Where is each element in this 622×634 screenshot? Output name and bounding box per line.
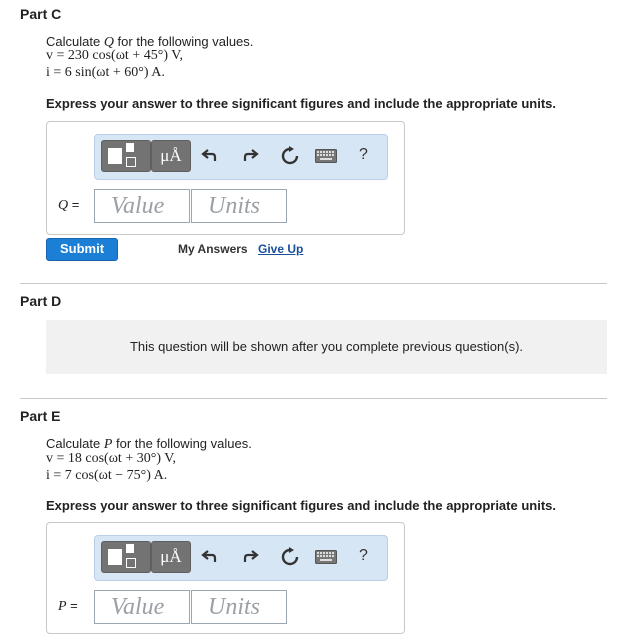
part-c-value-input[interactable]: Value [94, 189, 190, 223]
my-answers-link[interactable]: My Answers [178, 242, 248, 256]
part-e-equation-i: i = 7 cos(ωt − 75°) A. [46, 468, 168, 483]
part-e-title: Part E [20, 408, 61, 424]
part-e-value-input[interactable]: Value [94, 590, 190, 624]
keyboard-icon[interactable] [315, 550, 337, 564]
undo-icon[interactable] [201, 547, 219, 570]
part-d-title: Part D [20, 293, 62, 309]
part-c-toolbar: μÅ ? [94, 134, 388, 180]
submit-button[interactable]: Submit [46, 238, 118, 261]
divider [20, 283, 607, 284]
part-e-units-input[interactable]: Units [191, 590, 287, 624]
part-c-equation-i: i = 6 sin(ωt + 60°) A. [46, 65, 165, 80]
undo-icon[interactable] [201, 146, 219, 169]
part-e-instruction: Express your answer to three significant… [46, 498, 556, 513]
prompt-text: Calculate [46, 34, 104, 49]
template-block [126, 143, 134, 152]
templates-icon[interactable] [101, 541, 151, 573]
help-icon[interactable]: ? [359, 547, 368, 565]
part-e-toolbar: μÅ ? [94, 535, 388, 581]
part-c-units-input[interactable]: Units [191, 189, 287, 223]
redo-icon[interactable] [241, 547, 259, 570]
reset-icon[interactable] [280, 146, 300, 171]
prompt-text: Calculate [46, 436, 104, 451]
units-icon[interactable]: μÅ [151, 140, 191, 172]
prompt-text: for the following values. [113, 34, 254, 49]
part-c-answer-label: Q = [58, 197, 80, 213]
part-c-equation-v: v = 230 cos(ωt + 45°) V, [46, 48, 184, 63]
part-e-equation-v: v = 18 cos(ωt + 30°) V, [46, 451, 177, 466]
keyboard-icon[interactable] [315, 149, 337, 163]
help-icon[interactable]: ? [359, 146, 368, 164]
prompt-text: for the following values. [112, 436, 252, 451]
template-block [108, 549, 122, 565]
units-icon[interactable]: μÅ [151, 541, 191, 573]
template-block [108, 148, 122, 164]
divider [20, 398, 607, 399]
part-d-locked-message: This question will be shown after you co… [46, 320, 607, 374]
reset-icon[interactable] [280, 547, 300, 572]
template-block [126, 558, 136, 568]
part-e-answer-label: P = [58, 598, 78, 614]
templates-icon[interactable] [101, 140, 151, 172]
template-block [126, 544, 134, 553]
template-block [126, 157, 136, 167]
redo-icon[interactable] [241, 146, 259, 169]
give-up-link[interactable]: Give Up [258, 242, 303, 256]
part-c-instruction: Express your answer to three significant… [46, 96, 556, 111]
part-c-title: Part C [20, 6, 62, 22]
